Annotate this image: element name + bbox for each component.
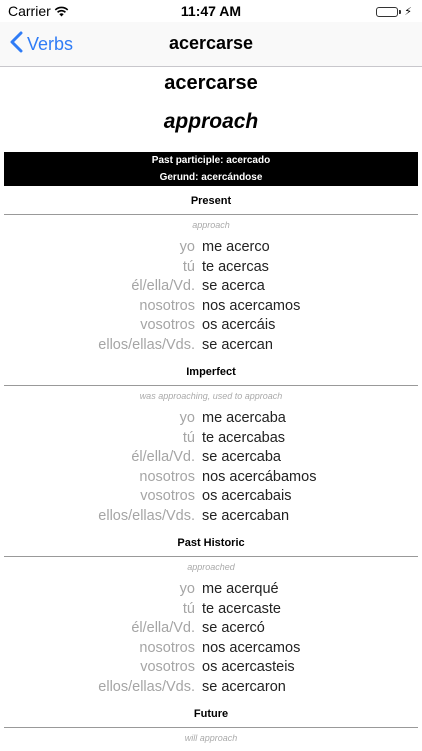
pronoun: vosotros [140, 317, 195, 334]
pronoun: yo [179, 410, 195, 426]
conjugation-row: vosotros os acercáis [0, 316, 422, 336]
conjugation-row: nosotros nos acercamos [0, 297, 422, 317]
status-bar: Carrier 11:47 AM ⚡ [0, 0, 422, 22]
pronoun: él/ella/Vd. [131, 278, 195, 295]
nav-title: acercarse [168, 33, 254, 53]
gerund: Gerund: acercándose [159, 172, 263, 183]
conjugation-row: nosotros nos acercábamos [0, 468, 422, 488]
participle-box: Past participle: acercado Gerund: acercá… [4, 152, 418, 186]
tense-meaning: will approach [184, 733, 238, 743]
verb-form: te acercaste [202, 600, 281, 617]
pronoun: tú [182, 600, 195, 617]
conjugation-row: ellos/ellas/Vds. se acercaron [0, 678, 422, 698]
conjugation-row: tú te acercabas [0, 429, 422, 449]
pronoun: tú [182, 258, 195, 275]
verb-form: nos acercamos [202, 297, 301, 314]
verb-form: me acerco [202, 239, 270, 255]
pronoun: él/ella/Vd. [131, 620, 195, 637]
conjugation-row: nosotros nos acercamos [0, 639, 422, 659]
verb-form: nos acercamos [202, 639, 301, 656]
verb-translation: approach [163, 110, 259, 133]
tense-header: Present [4, 188, 418, 215]
conjugation-row: yo me acercaba [0, 409, 422, 429]
pronoun: yo [179, 581, 195, 597]
verb-form: me acerqué [202, 581, 279, 597]
tense-meaning: was approaching, used to approach [139, 391, 283, 401]
navigation-bar: Verbs acercarse [0, 22, 422, 67]
verb-form: se acercan [202, 336, 273, 353]
pronoun: yo [179, 239, 195, 255]
verb-form: os acercasteis [202, 659, 295, 676]
verb-form: te acercas [202, 258, 269, 275]
pronoun: vosotros [140, 488, 195, 505]
tense-meaning: approach [192, 220, 230, 230]
conjugation-row: él/ella/Vd. se acerca [0, 277, 422, 297]
verb-form: se acercó [202, 620, 265, 637]
battery-icon: ⚡ [376, 5, 412, 18]
verb-form: se acercaban [202, 507, 290, 524]
verb-form: nos acercábamos [202, 468, 317, 485]
pronoun: ellos/ellas/Vds. [98, 678, 195, 695]
tense-section-imperfect: Imperfect was approaching, used to appro… [0, 359, 422, 527]
pronoun: ellos/ellas/Vds. [98, 336, 195, 353]
tense-section-past-historic: Past Historic approached yo me acerqué tú… [0, 530, 422, 698]
conjugation-row: yo me acerco [0, 238, 422, 258]
verb-form: os acercabais [202, 488, 292, 505]
verb-form: os acercáis [202, 317, 276, 334]
charging-icon: ⚡ [404, 6, 412, 18]
tense-section-future: Future will approach [0, 701, 422, 751]
pronoun: tú [182, 429, 195, 446]
conjugation-row: ellos/ellas/Vds. se acercaban [0, 507, 422, 527]
verb-form: se acercaba [202, 449, 281, 466]
pronoun: vosotros [140, 659, 195, 676]
verb-form: se acercaron [202, 678, 286, 695]
verb-form: me acercaba [202, 410, 286, 426]
conjugation-row: vosotros os acercasteis [0, 658, 422, 678]
pronoun: ellos/ellas/Vds. [98, 507, 195, 524]
tense-meaning: approached [187, 562, 235, 572]
tense-section-present: Present approach yo me acerco tú te acerca… [0, 188, 422, 356]
pronoun: él/ella/Vd. [131, 449, 195, 466]
verb-form: te acercabas [202, 429, 286, 446]
tense-header: Past Historic [4, 530, 418, 557]
pronoun: nosotros [139, 639, 195, 656]
conjugation-row: tú te acercas [0, 258, 422, 278]
conjugation-row: vosotros os acercabais [0, 487, 422, 507]
past-participle: Past participle: acercado [151, 155, 271, 166]
tense-header: Imperfect [4, 359, 418, 386]
verb-infinitive: acercarse [164, 72, 258, 94]
verb-form: se acerca [202, 278, 265, 295]
conjugation-row: yo me acerqué [0, 580, 422, 600]
conjugation-row: ellos/ellas/Vds. se acercan [0, 336, 422, 356]
conjugation-row: él/ella/Vd. se acercó [0, 619, 422, 639]
conjugation-row: él/ella/Vd. se acercaba [0, 448, 422, 468]
conjugation-row: tú te acercaste [0, 600, 422, 620]
pronoun: nosotros [139, 297, 195, 314]
tense-header: Future [4, 701, 418, 728]
pronoun: nosotros [139, 468, 195, 485]
clock: 11:47 AM [180, 3, 242, 19]
